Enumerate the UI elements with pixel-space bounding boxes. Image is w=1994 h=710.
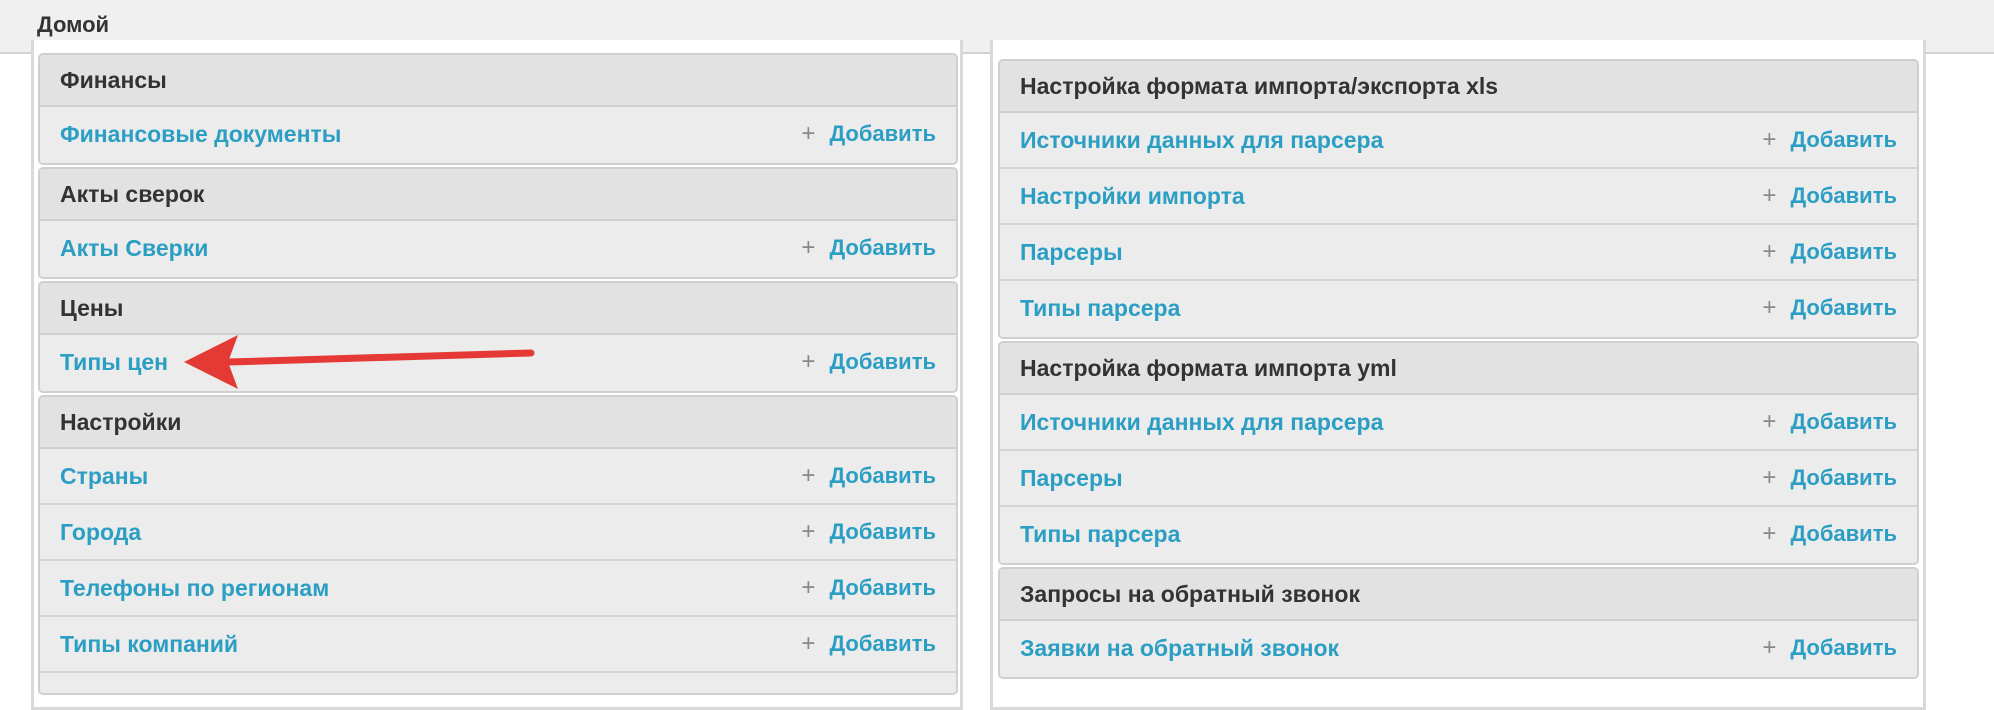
add-button[interactable]: + Добавить [1762,621,1897,675]
add-button[interactable]: + Добавить [801,335,936,389]
add-label: Добавить [1790,183,1897,208]
model-link[interactable]: Телефоны по регионам [60,561,329,615]
plus-icon: + [1762,238,1777,265]
add-label: Добавить [1790,521,1897,546]
add-label: Добавить [1790,239,1897,264]
add-label: Добавить [829,463,936,488]
list-item: Акты Сверки + Добавить [40,221,956,277]
add-button[interactable]: + Добавить [1762,281,1897,335]
add-button[interactable]: + Добавить [1762,395,1897,449]
model-link[interactable]: Парсеры [1020,225,1123,279]
plus-icon: + [801,234,816,261]
module-header: Запросы на обратный звонок [1000,569,1917,621]
module-header: Настройки [40,397,956,449]
module-header: Финансы [40,55,956,107]
plus-icon: + [801,518,816,545]
list-item: Типы компаний + Добавить [40,617,956,673]
list-item: Типы цен + Добавить [40,335,956,391]
module-finance: Финансы Финансовые документы + Добавить [38,53,958,165]
add-label: Добавить [1790,295,1897,320]
list-item: Источники данных для парсера + Добавить [1000,113,1917,169]
add-label: Добавить [1790,465,1897,490]
model-link[interactable]: Заявки на обратный звонок [1020,621,1339,675]
add-button[interactable]: + Добавить [801,505,936,559]
add-label: Добавить [829,519,936,544]
model-link[interactable]: Типы парсера [1020,507,1180,561]
list-item: Телефоны по регионам + Добавить [40,561,956,617]
add-button[interactable]: + Добавить [801,221,936,275]
model-link[interactable]: Финансовые документы [60,107,341,161]
plus-icon: + [1762,520,1777,547]
add-button[interactable]: + Добавить [1762,113,1897,167]
plus-icon: + [1762,182,1777,209]
plus-icon: + [801,348,816,375]
add-label: Добавить [829,631,936,656]
plus-icon: + [1762,126,1777,153]
add-button[interactable]: + Добавить [1762,225,1897,279]
module-header: Настройка формата импорта yml [1000,343,1917,395]
plus-icon: + [1762,294,1777,321]
model-link[interactable]: Источники данных для парсера [1020,113,1383,167]
module-callback-requests: Запросы на обратный звонок Заявки на обр… [998,567,1919,679]
add-button[interactable]: + Добавить [1762,169,1897,223]
model-link[interactable]: Настройки импорта [1020,169,1245,223]
add-button[interactable]: + Добавить [1762,451,1897,505]
list-item: Парсеры + Добавить [1000,451,1917,507]
plus-icon: + [801,630,816,657]
model-link[interactable]: Типы парсера [1020,281,1180,335]
list-item: Города + Добавить [40,505,956,561]
model-link[interactable]: Парсеры [1020,451,1123,505]
plus-icon: + [1762,408,1777,435]
add-label: Добавить [1790,635,1897,660]
module-prices: Цены Типы цен + Добавить [38,281,958,393]
list-item: Настройки импорта + Добавить [1000,169,1917,225]
plus-icon: + [801,462,816,489]
model-link[interactable]: Акты Сверки [60,221,208,275]
module-settings: Настройки Страны + Добавить Города + Добав… [38,395,958,695]
module-yml-import: Настройка формата импорта yml Источники … [998,341,1919,565]
plus-icon: + [801,574,816,601]
list-item: Парсеры + Добавить [1000,225,1917,281]
list-item [40,673,956,693]
plus-icon: + [801,120,816,147]
list-item: Заявки на обратный звонок + Добавить [1000,621,1917,677]
add-button[interactable]: + Добавить [801,107,936,161]
add-button[interactable]: + Добавить [801,617,936,671]
add-label: Добавить [829,235,936,260]
list-item: Страны + Добавить [40,449,956,505]
list-item: Типы парсера + Добавить [1000,507,1917,563]
add-button[interactable]: + Добавить [1762,507,1897,561]
model-link[interactable]: Источники данных для парсера [1020,395,1383,449]
model-link[interactable]: Типы цен [60,335,168,389]
list-item: Типы парсера + Добавить [1000,281,1917,337]
module-header: Настройка формата импорта/экспорта xls [1000,61,1917,113]
add-button[interactable]: + Добавить [801,561,936,615]
plus-icon: + [1762,634,1777,661]
add-button[interactable]: + Добавить [801,449,936,503]
list-item: Источники данных для парсера + Добавить [1000,395,1917,451]
model-link[interactable]: Страны [60,449,148,503]
model-link[interactable]: Города [60,505,141,559]
add-label: Добавить [829,349,936,374]
list-item: Финансовые документы + Добавить [40,107,956,163]
module-xls-import: Настройка формата импорта/экспорта xls И… [998,59,1919,339]
plus-icon: + [1762,464,1777,491]
add-label: Добавить [829,121,936,146]
add-label: Добавить [829,575,936,600]
module-reconciliation: Акты сверок Акты Сверки + Добавить [38,167,958,279]
module-header: Цены [40,283,956,335]
add-label: Добавить [1790,127,1897,152]
model-link[interactable]: Типы компаний [60,617,238,671]
module-header: Акты сверок [40,169,956,221]
add-label: Добавить [1790,409,1897,434]
